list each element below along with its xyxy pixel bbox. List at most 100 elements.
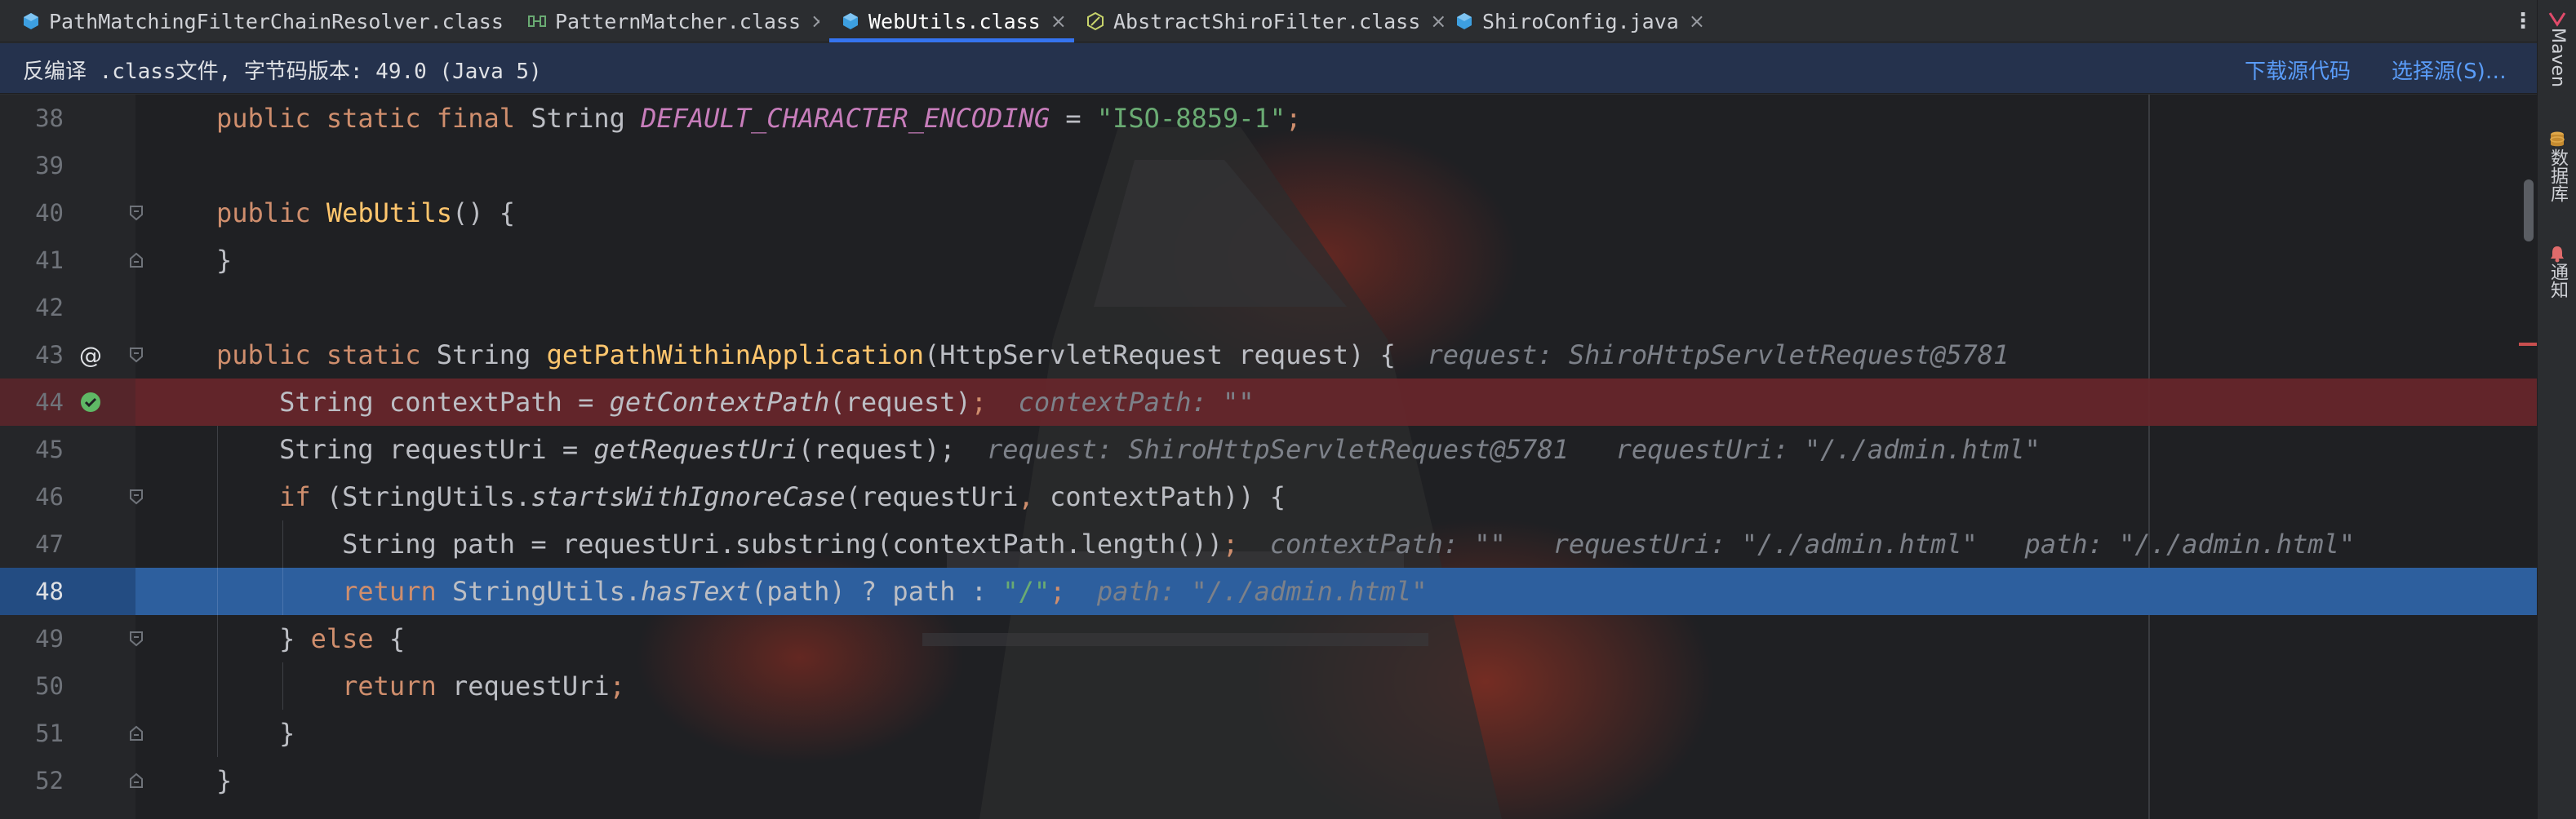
tab-label: ShiroConfig.java xyxy=(1482,9,1679,33)
code-token: (request) xyxy=(829,387,971,418)
code-token: WebUtils xyxy=(326,197,452,228)
code-token: ; xyxy=(970,387,988,418)
code-token: (request); xyxy=(797,434,956,465)
code-token: else xyxy=(310,623,389,654)
code-token: () { xyxy=(451,197,516,228)
editor-tab-bar: PathMatchingFilterChainResolver.class × … xyxy=(0,0,2537,42)
code-content: } else { xyxy=(135,615,2537,662)
abstract-class-icon xyxy=(1086,11,1105,31)
tab-shiroconfig[interactable]: ShiroConfig.java × xyxy=(1455,0,1708,42)
line-number: 46 xyxy=(35,483,64,511)
tab-webutils[interactable]: WebUtils.class × xyxy=(841,0,1074,42)
code-text: } xyxy=(216,757,232,804)
code-line-40[interactable]: 40 public WebUtils() { xyxy=(0,189,2537,237)
code-token: StringUtils. xyxy=(451,576,642,607)
code-token: String xyxy=(531,103,642,134)
vertical-scrollbar-thumb[interactable] xyxy=(2524,179,2534,241)
code-token: hasText xyxy=(641,576,752,607)
code-text: return StringUtils.hasText(path) ? path … xyxy=(216,568,1427,615)
database-tool-button[interactable]: 数据库 xyxy=(2538,131,2576,202)
code-token: if xyxy=(279,481,326,512)
tab-label: PatternMatcher.class xyxy=(555,9,802,33)
code-text: } else { xyxy=(216,615,405,662)
right-tool-window-strip: Maven 数据库 通知 xyxy=(2537,0,2576,819)
choose-source-link[interactable]: 选择源(S)… xyxy=(2392,55,2507,85)
code-line-46[interactable]: 46 if (StringUtils.startsWithIgnoreCase(… xyxy=(0,473,2537,520)
code-token: String contextPath = xyxy=(216,387,610,418)
line-number: 48 xyxy=(35,578,64,605)
maven-tool-button[interactable]: Maven xyxy=(2538,11,2576,87)
close-icon[interactable]: × xyxy=(1050,10,1067,33)
code-line-47[interactable]: 47 String path = requestUri.substring(co… xyxy=(0,520,2537,568)
code-line-43[interactable]: 43 @ public static String getPathWithinA… xyxy=(0,331,2537,379)
code-token: getRequestUri xyxy=(593,434,798,465)
code-text: return requestUri; xyxy=(216,662,625,710)
code-token: , xyxy=(1018,481,1050,512)
code-content: public static final String DEFAULT_CHARA… xyxy=(135,95,2537,142)
breakpoint-verified-icon[interactable] xyxy=(80,392,101,413)
tab-patternmatcher[interactable]: PatternMatcher.class × xyxy=(527,0,819,42)
database-icon xyxy=(2550,131,2565,147)
code-content: } xyxy=(135,237,2537,284)
code-text: public static final String DEFAULT_CHARA… xyxy=(216,95,1301,142)
override-icon[interactable]: @ xyxy=(79,342,102,369)
line-number: 47 xyxy=(35,530,64,558)
code-token: contextPath)) { xyxy=(1050,481,1286,512)
code-line-45[interactable]: 45 String requestUri = getRequestUri(req… xyxy=(0,426,2537,473)
code-line-39[interactable]: 39 xyxy=(0,142,2537,189)
tab-abstractshirofilter[interactable]: AbstractShiroFilter.class × xyxy=(1086,0,1445,42)
line-number: 52 xyxy=(35,767,64,795)
code-line-51[interactable]: 51 } xyxy=(0,710,2537,757)
code-line-42[interactable]: 42 xyxy=(0,284,2537,331)
code-token: } xyxy=(216,718,295,749)
code-text: } xyxy=(216,237,232,284)
code-line-52[interactable]: 52 } xyxy=(0,757,2537,804)
code-token: ; xyxy=(609,671,625,702)
close-icon[interactable]: × xyxy=(1689,10,1705,33)
inline-debug-value: request: ShiroHttpServletRequest@5781 xyxy=(1395,339,2010,370)
code-line-48[interactable]: 48 return StringUtils.hasText(path) ? pa… xyxy=(0,568,2537,615)
code-token: String path = requestUri.substring(conte… xyxy=(216,529,1223,560)
code-token: (path) ? path : xyxy=(751,576,1003,607)
code-text: public WebUtils() { xyxy=(216,189,515,237)
class-icon xyxy=(841,11,860,31)
code-line-50[interactable]: 50 return requestUri; xyxy=(0,662,2537,710)
code-text: } xyxy=(216,710,295,757)
decompiler-notice-banner: 反编译 .class文件, 字节码版本: 49.0 (Java 5) 下载源代码… xyxy=(0,43,2537,94)
code-token: public static final xyxy=(216,103,531,134)
line-number: 40 xyxy=(35,199,64,227)
inline-debug-value: path: "/./admin.html" xyxy=(1065,576,1428,607)
inline-debug-value: contextPath: "" xyxy=(987,387,1255,418)
tab-pathmatchingfilterchainresolver[interactable]: PathMatchingFilterChainResolver.class × xyxy=(21,0,508,42)
error-stripe-mark[interactable] xyxy=(2519,343,2537,346)
line-number: 38 xyxy=(35,104,64,132)
code-line-38[interactable]: 38 public static final String DEFAULT_CH… xyxy=(0,95,2537,142)
code-token: requestUri xyxy=(451,671,610,702)
close-icon[interactable]: × xyxy=(1430,10,1445,33)
code-content: } xyxy=(135,757,2537,804)
tab-label: AbstractShiroFilter.class xyxy=(1113,9,1421,33)
code-token: return xyxy=(342,576,452,607)
more-tabs-icon[interactable]: ⋮ xyxy=(2512,5,2534,38)
download-source-link[interactable]: 下载源代码 xyxy=(2245,55,2351,85)
code-token: } xyxy=(216,245,233,276)
inline-debug-value: contextPath: "" requestUri: "/./admin.ht… xyxy=(1238,529,2356,560)
code-token: public xyxy=(216,197,326,228)
code-line-44[interactable]: 44 String contextPath = getContextPath(r… xyxy=(0,379,2537,426)
code-line-41[interactable]: 41 } xyxy=(0,237,2537,284)
code-token: ; xyxy=(1223,529,1239,560)
notifications-tool-button[interactable]: 通知 xyxy=(2538,245,2576,299)
line-number: 50 xyxy=(35,672,64,700)
code-line-49[interactable]: 49 } else { xyxy=(0,615,2537,662)
code-content: } xyxy=(135,710,2537,757)
line-number: 51 xyxy=(35,719,64,747)
code-text: String path = requestUri.substring(conte… xyxy=(216,520,2355,568)
code-content: String path = requestUri.substring(conte… xyxy=(135,520,2537,568)
class-icon xyxy=(1455,11,1474,31)
execution-point-highlight: return StringUtils.hasText(path) ? path … xyxy=(135,568,2537,615)
close-icon[interactable]: × xyxy=(811,10,819,33)
code-content: String contextPath = getContextPath(requ… xyxy=(135,379,2537,426)
code-editor[interactable]: 38 public static final String DEFAULT_CH… xyxy=(0,95,2537,819)
